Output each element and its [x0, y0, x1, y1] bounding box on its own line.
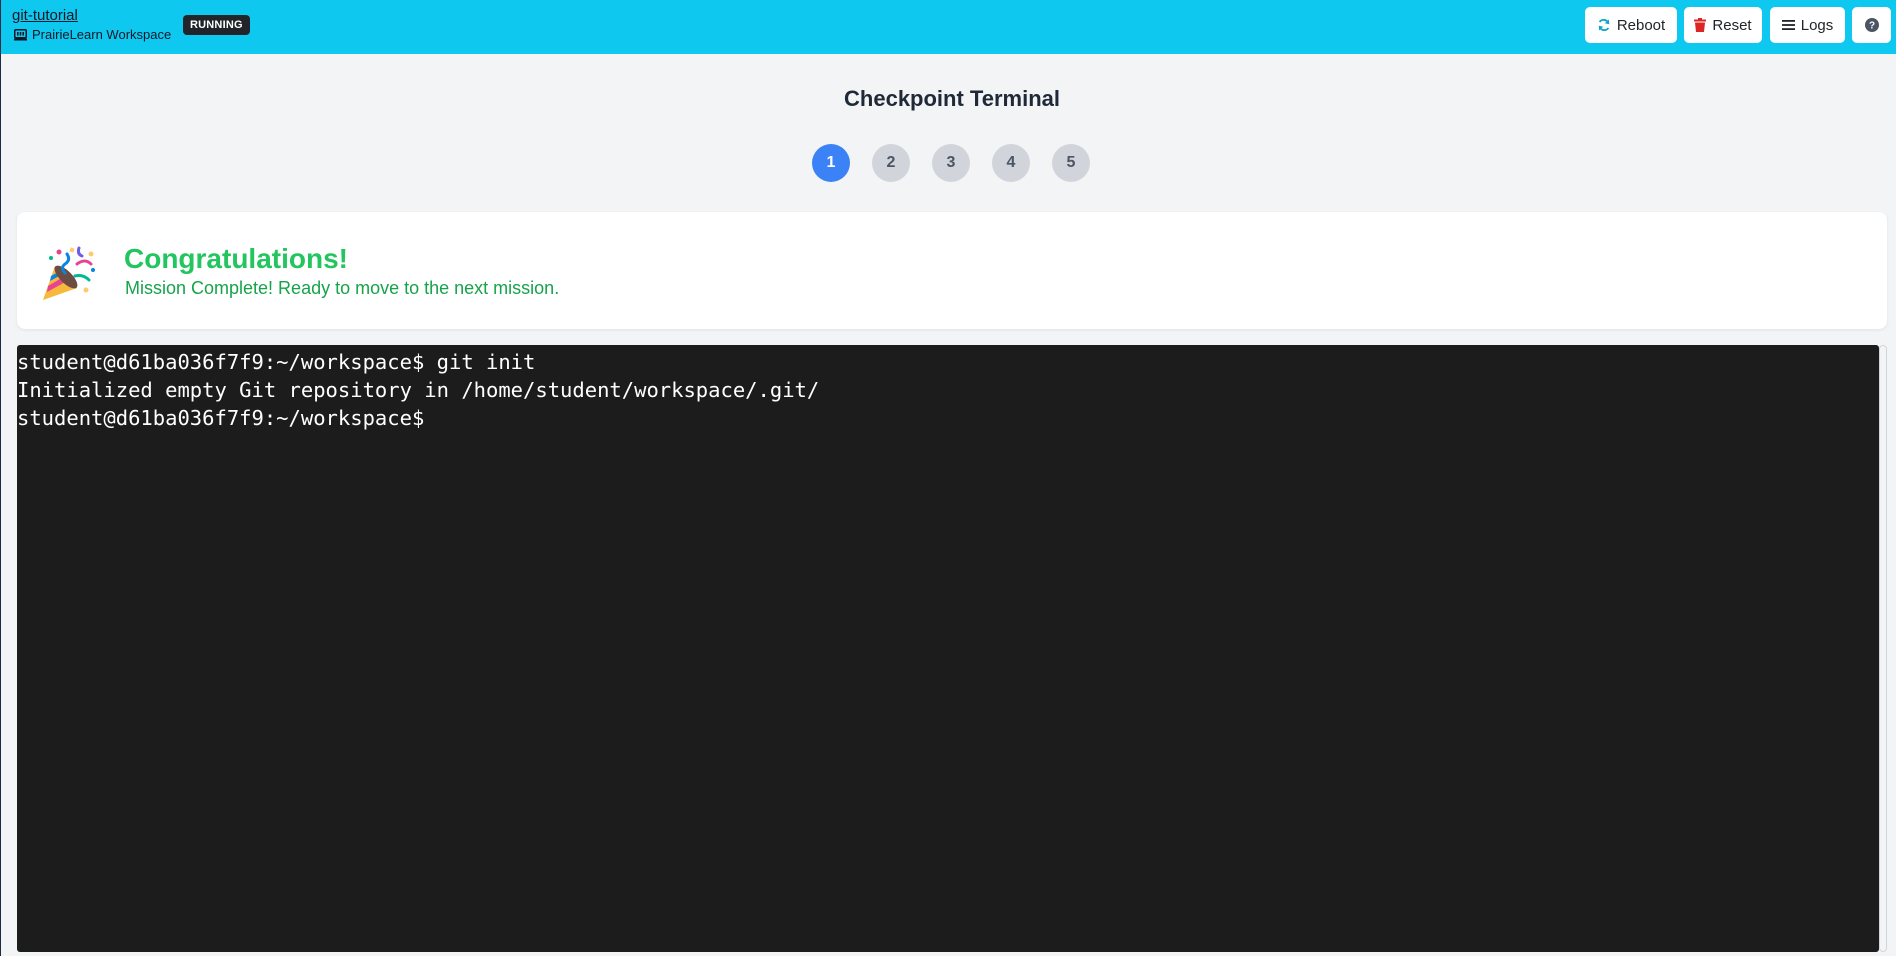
workspace-subtitle: PrairieLearn Workspace: [14, 27, 171, 42]
step-5[interactable]: 5: [1052, 144, 1090, 182]
logs-button[interactable]: Logs: [1770, 7, 1845, 43]
terminal-scrollbar[interactable]: [1879, 345, 1887, 952]
list-icon: [1781, 19, 1795, 31]
refresh-icon: [1597, 18, 1611, 32]
step-4[interactable]: 4: [992, 144, 1030, 182]
congrats-card: Congratulations! Mission Complete! Ready…: [17, 212, 1887, 329]
step-3[interactable]: 3: [932, 144, 970, 182]
congrats-title: Congratulations!: [124, 243, 348, 274]
party-popper-icon: [39, 244, 99, 304]
page-title: Checkpoint Terminal: [844, 86, 1060, 111]
trash-icon: [1694, 18, 1707, 32]
reboot-button[interactable]: Reboot: [1585, 7, 1677, 43]
reset-label: Reset: [1712, 16, 1752, 34]
workspace-name-link[interactable]: git-tutorial: [12, 7, 78, 24]
terminal-line: student@d61ba036f7f9:~/workspace$: [17, 406, 437, 430]
congrats-message: Mission Complete! Ready to move to the n…: [125, 278, 560, 298]
terminal[interactable]: student@d61ba036f7f9:~/workspace$ git in…: [17, 345, 1879, 952]
svg-text:?: ?: [1868, 21, 1874, 32]
step-1[interactable]: 1: [812, 144, 850, 182]
checkpoint-steps: 12345: [812, 144, 1090, 182]
workspace-icon: [14, 28, 27, 41]
reboot-label: Reboot: [1616, 16, 1666, 34]
help-button[interactable]: ?: [1852, 7, 1891, 43]
terminal-line: student@d61ba036f7f9:~/workspace$ git in…: [17, 350, 536, 374]
workspace-header: git-tutorial PrairieLearn Workspace RUNN…: [1, 0, 1896, 54]
step-2[interactable]: 2: [872, 144, 910, 182]
workspace-subtitle-text: PrairieLearn Workspace: [32, 27, 172, 42]
question-circle-icon: ?: [1864, 18, 1879, 32]
status-badge: RUNNING: [183, 15, 250, 35]
reset-button[interactable]: Reset: [1684, 7, 1762, 43]
terminal-line: Initialized empty Git repository in /hom…: [17, 378, 820, 402]
logs-label: Logs: [1800, 16, 1834, 34]
